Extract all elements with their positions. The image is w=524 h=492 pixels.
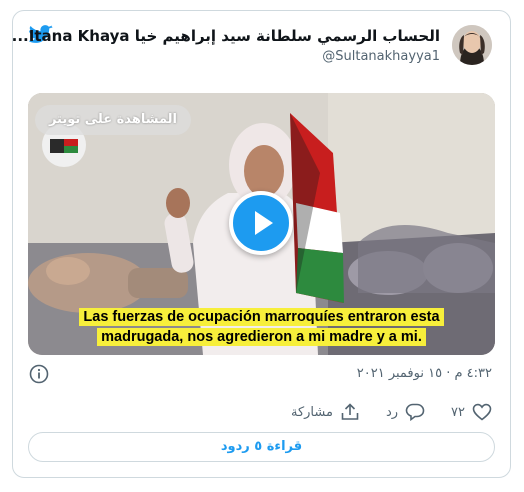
reply-button[interactable]: رد [386,403,425,421]
tweet-actions: ٧٢ رد مشاركة [265,401,492,423]
play-icon [255,211,273,235]
tweet-timestamp[interactable]: ٤:٣٢ م · ١٥ نوفمبر ٢٠٢١ [357,366,492,381]
reply-label: رد [385,404,399,420]
embedded-tweet-card: الحساب الرسمي سلطانة سيد إبراهيم خيا Ita… [12,10,511,478]
tweet-author-handle[interactable]: @Sultanakhayya1 [322,49,440,64]
tweet-author-name[interactable]: الحساب الرسمي سلطانة سيد إبراهيم خيا Ita… [12,27,440,45]
play-button[interactable] [229,191,293,255]
heart-icon [472,403,492,421]
share-icon [341,403,359,420]
like-button[interactable]: ٧٢ [451,403,492,421]
avatar-portrait-image [452,25,492,65]
share-label: مشاركة [290,404,333,420]
video-player[interactable]: المشاهدة على تويتر Las fuerzas de ocupac… [28,93,495,355]
video-subtitles: Las fuerzas de ocupación marroquíes entr… [28,307,495,347]
avatar[interactable] [452,25,492,65]
subtitle-line-1: Las fuerzas de ocupación marroquíes entr… [79,308,444,326]
like-count: ٧٢ [451,404,465,420]
read-replies-button[interactable]: قراءة ٥ ردود [28,432,495,462]
subtitle-line-2: madrugada, nos agredieron a mi madre y a… [97,328,426,346]
info-icon[interactable] [29,364,49,384]
share-button[interactable]: مشاركة [291,403,360,421]
reply-bubble-icon [405,403,425,421]
watch-on-twitter-badge[interactable]: المشاهدة على تويتر [34,105,191,135]
